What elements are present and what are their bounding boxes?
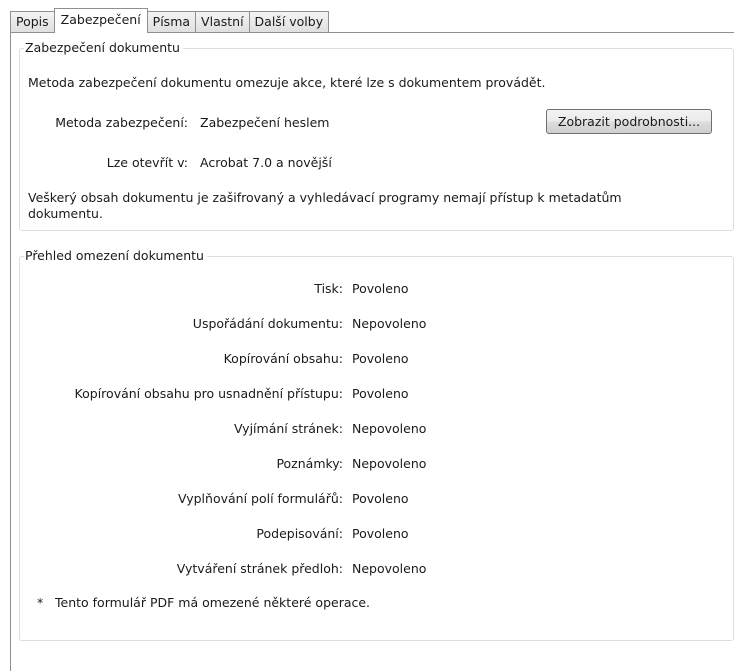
restriction-label: Kopírování obsahu: [223,351,343,366]
document-properties-dialog: Popis Zabezpečení Písma Vlastní Další vo… [0,0,734,671]
show-details-button[interactable]: Zobrazit podrobnosti... [546,109,712,134]
encryption-note-line-1: Veškerý obsah dokumentu je zašifrovaný a… [28,190,622,205]
security-description: Metoda zabezpečení dokumentu omezuje akc… [28,75,546,90]
security-group: Zabezpečení dokumentu Metoda zabezpečení… [19,40,734,231]
open-in-label: Lze otevřít v: [106,155,188,170]
encryption-note-line-2: dokumentu. [28,206,103,221]
security-group-title: Zabezpečení dokumentu [24,40,183,56]
tab-pisma[interactable]: Písma [146,11,197,33]
restriction-value: Nepovoleno [352,421,427,436]
tab-zabezpeceni[interactable]: Zabezpečení [53,8,148,33]
restriction-value: Nepovoleno [352,316,427,331]
security-method-label: Metoda zabezpečení: [55,115,188,130]
tab-strip: Popis Zabezpečení Písma Vlastní Další vo… [10,8,330,33]
tab-vlastni[interactable]: Vlastní [195,11,250,33]
restriction-label: Uspořádání dokumentu: [192,316,343,331]
restriction-value: Povoleno [352,386,409,401]
restriction-value: Nepovoleno [352,456,427,471]
restriction-value: Nepovoleno [352,561,427,576]
restriction-value: Povoleno [352,351,409,366]
footnote-asterisk: * [37,595,44,610]
restrictions-group: Přehled omezení dokumentu Tisk: Povoleno… [19,248,734,641]
restriction-label: Vyplňování polí formulářů: [178,491,343,506]
restrictions-list: Tisk: Povoleno Uspořádání dokumentu: Nep… [20,257,734,637]
restriction-label: Vyjímání stránek: [233,421,343,436]
restriction-label: Tisk: [314,281,343,296]
tab-dalsi-volby[interactable]: Další volby [248,11,330,33]
restriction-label: Podepisování: [256,526,343,541]
restriction-label: Poznámky: [276,456,343,471]
restriction-value: Povoleno [352,526,409,541]
restriction-label: Kopírování obsahu pro usnadnění přístupu… [74,386,343,401]
tab-panel-security: Zabezpečení dokumentu Metoda zabezpečení… [10,32,734,671]
restriction-label: Vytváření stránek předloh: [176,561,343,576]
restriction-value: Povoleno [352,491,409,506]
tab-popis[interactable]: Popis [10,11,55,33]
security-method-value: Zabezpečení heslem [200,115,330,130]
restriction-value: Povoleno [352,281,409,296]
open-in-value: Acrobat 7.0 a novější [200,155,332,170]
restrictions-footnote: Tento formulář PDF má omezené některé op… [55,595,371,610]
